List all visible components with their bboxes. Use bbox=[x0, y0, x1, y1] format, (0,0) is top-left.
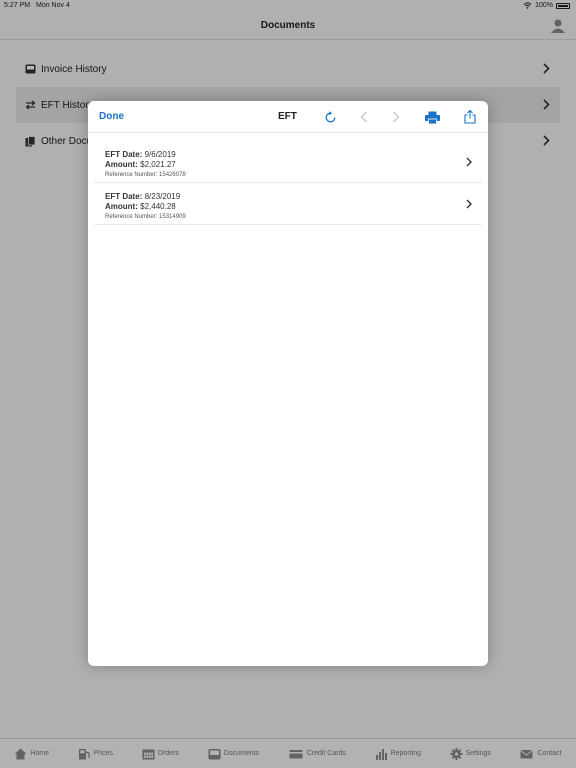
modal-title: EFT bbox=[278, 111, 297, 122]
eft-date: 8/23/2019 bbox=[144, 192, 181, 201]
eft-date-label: EFT Date: bbox=[105, 192, 143, 201]
eft-amount: $2,440.28 bbox=[140, 202, 176, 211]
chevron-right-icon bbox=[466, 199, 472, 209]
eft-amount-label: Amount: bbox=[105, 160, 138, 169]
eft-row[interactable]: EFT Date: 9/6/2019 Amount: $2,021.27 Ref… bbox=[94, 141, 482, 183]
eft-amount-line: Amount: $2,021.27 bbox=[105, 160, 482, 170]
eft-reference-label: Reference Number: bbox=[105, 172, 158, 178]
eft-date-line: EFT Date: 9/6/2019 bbox=[105, 150, 482, 160]
eft-amount-label: Amount: bbox=[105, 202, 138, 211]
printer-icon[interactable] bbox=[424, 109, 440, 125]
eft-modal: Done EFT EFT Date: 9/6/2019 Amount: $2,0… bbox=[88, 101, 488, 666]
eft-date-line: EFT Date: 8/23/2019 bbox=[105, 192, 482, 202]
eft-reference-number: 15314909 bbox=[159, 214, 186, 220]
refresh-icon[interactable] bbox=[322, 109, 338, 125]
eft-row[interactable]: EFT Date: 8/23/2019 Amount: $2,440.28 Re… bbox=[94, 183, 482, 225]
eft-amount: $2,021.27 bbox=[140, 160, 176, 169]
modal-header: Done EFT bbox=[88, 101, 488, 133]
eft-reference-label: Reference Number: bbox=[105, 214, 158, 220]
chevron-right-icon bbox=[466, 157, 472, 167]
done-button[interactable]: Done bbox=[99, 111, 124, 122]
eft-date: 9/6/2019 bbox=[144, 150, 176, 159]
eft-reference-line: Reference Number: 15426078 bbox=[105, 170, 482, 181]
eft-reference-number: 15426078 bbox=[159, 172, 186, 178]
eft-reference-line: Reference Number: 15314909 bbox=[105, 212, 482, 223]
share-icon[interactable] bbox=[462, 109, 478, 125]
chevron-right-icon[interactable] bbox=[388, 109, 404, 125]
eft-date-label: EFT Date: bbox=[105, 150, 143, 159]
chevron-left-icon[interactable] bbox=[356, 109, 372, 125]
eft-amount-line: Amount: $2,440.28 bbox=[105, 202, 482, 212]
eft-list: EFT Date: 9/6/2019 Amount: $2,021.27 Ref… bbox=[94, 141, 482, 225]
